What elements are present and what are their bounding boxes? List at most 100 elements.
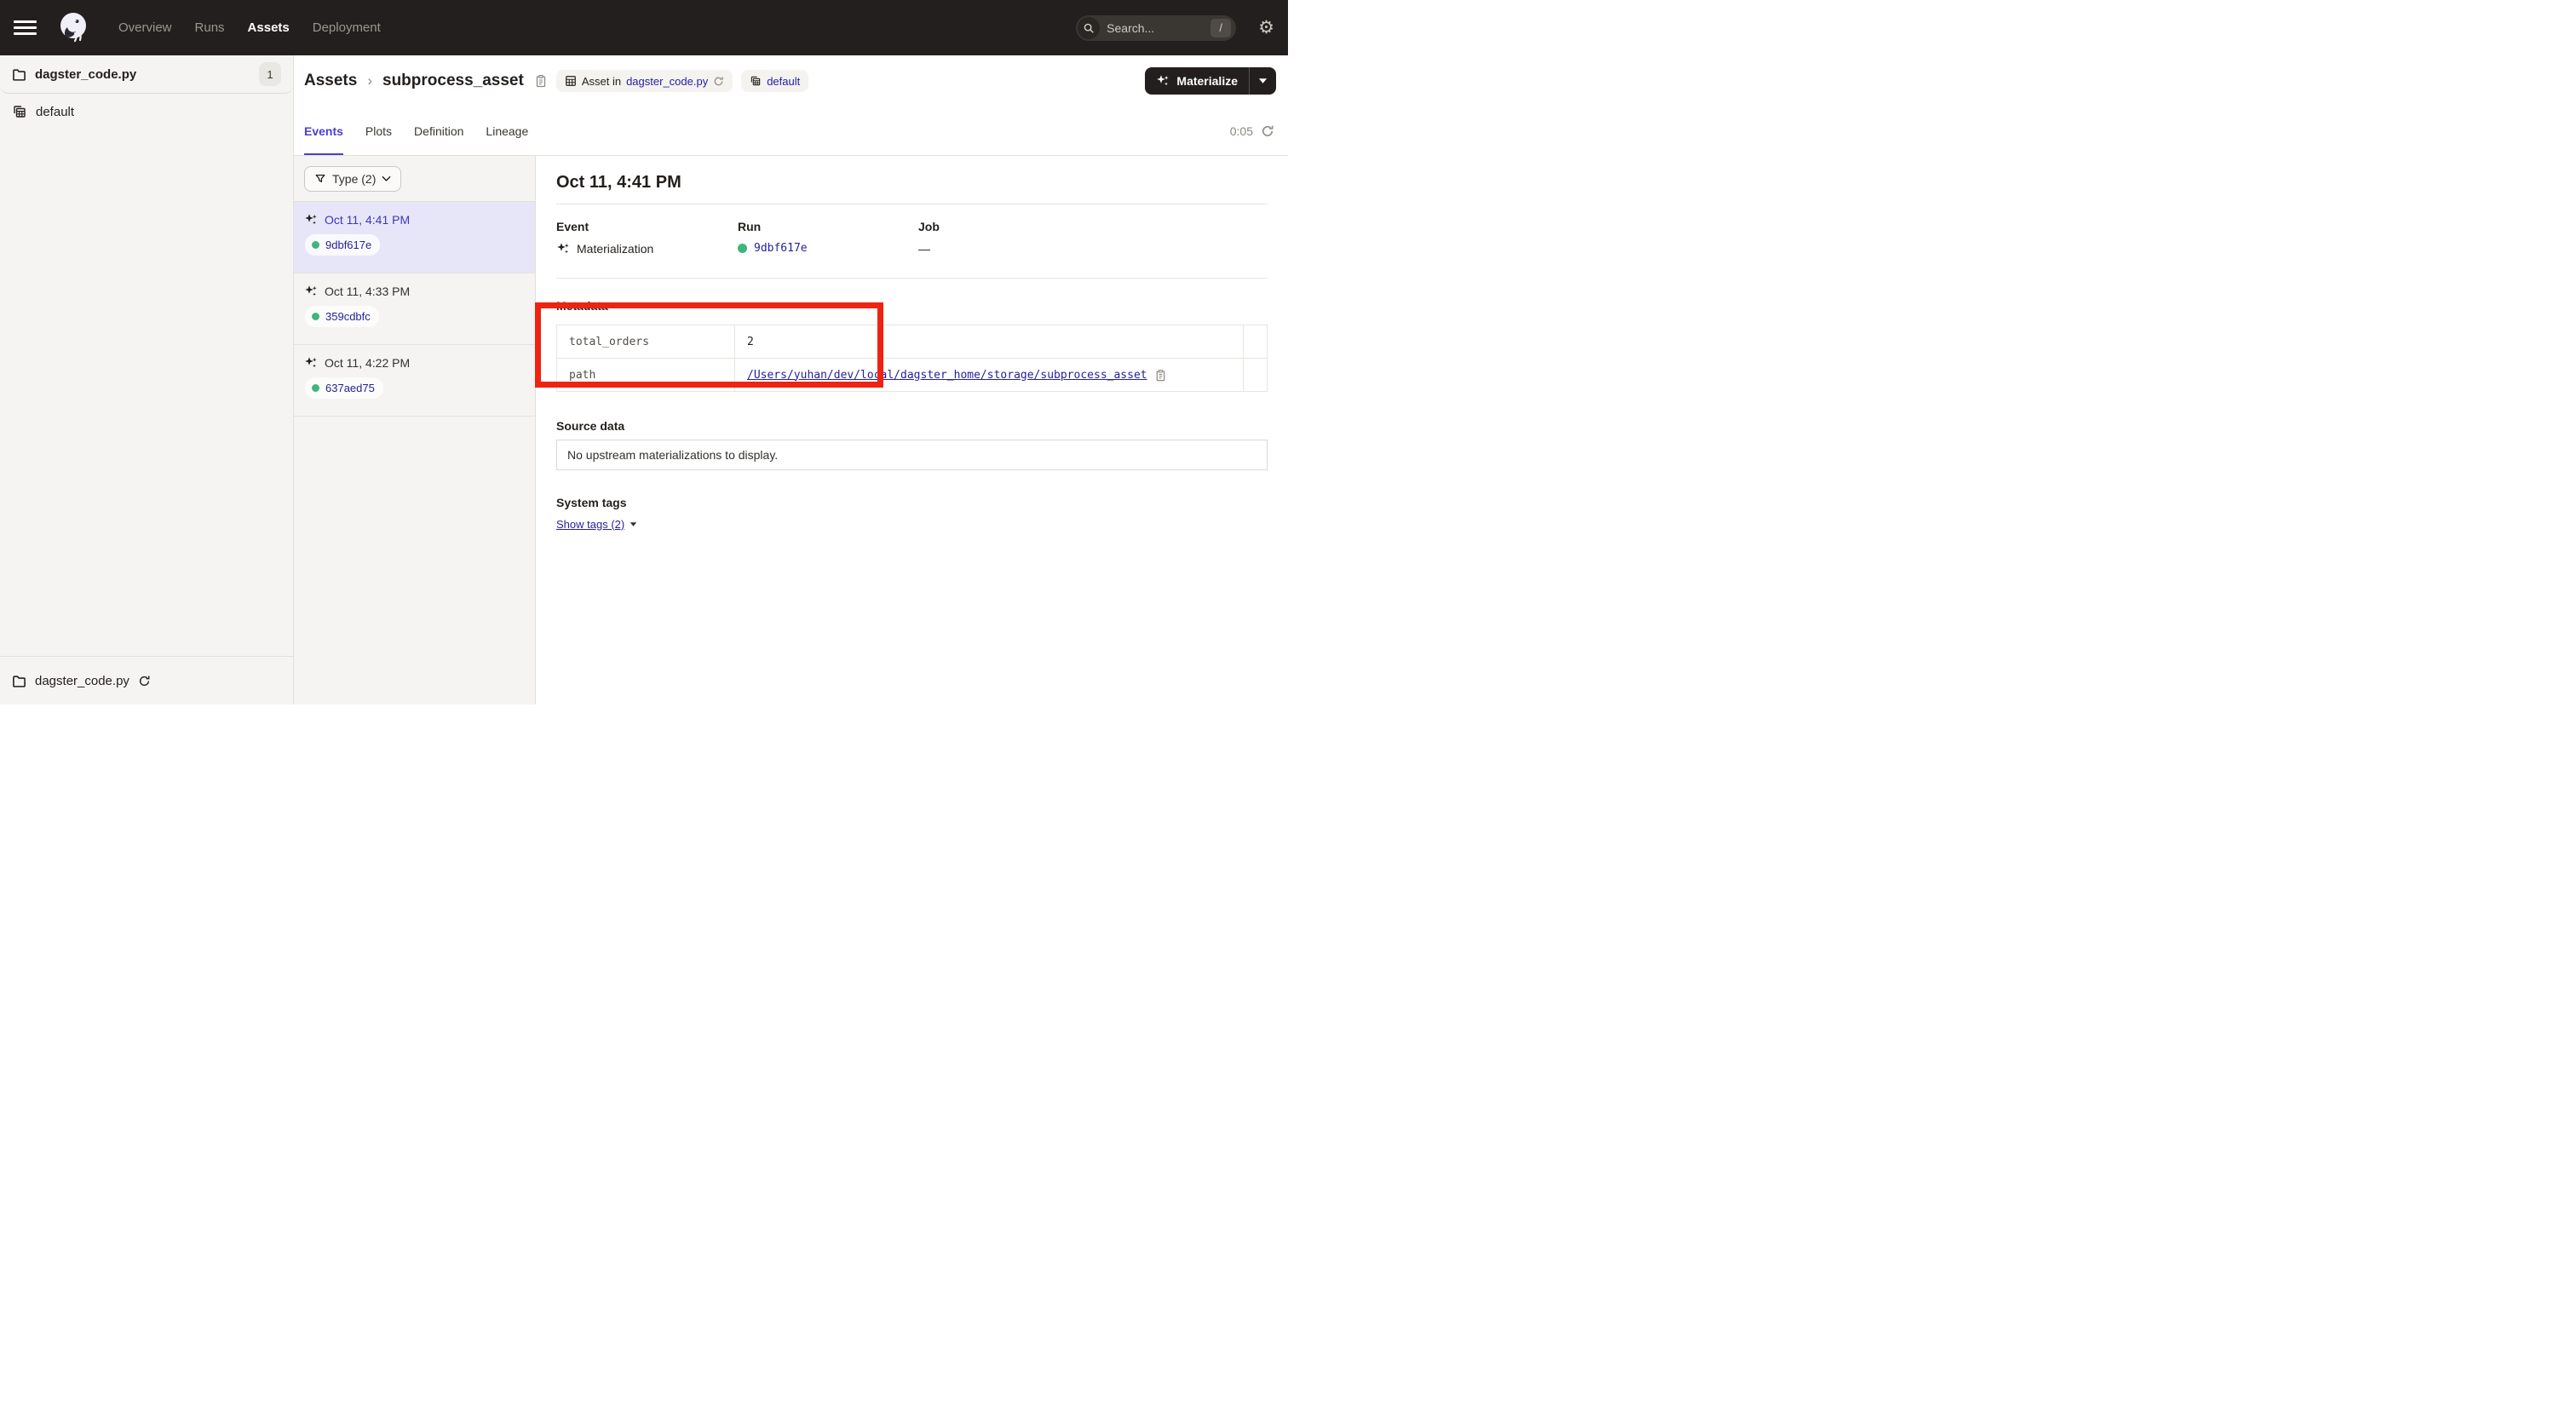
chevron-down-icon: [382, 175, 391, 182]
search-icon: [1078, 17, 1100, 39]
job-value-empty: —: [918, 242, 930, 256]
materialize-dropdown-button[interactable]: [1250, 67, 1276, 95]
asset-group-icon: [750, 75, 762, 87]
event-detail-title: Oct 11, 4:41 PM: [556, 171, 1268, 193]
run-status-dot: [738, 244, 747, 253]
sidebar-item-group-default[interactable]: default: [0, 94, 293, 129]
search-shortcut-key: /: [1210, 19, 1231, 37]
filter-row: Type (2): [294, 156, 535, 202]
metadata-row-action: [1244, 325, 1268, 359]
filter-funnel-icon: [314, 173, 326, 185]
menu-icon[interactable]: [14, 20, 37, 35]
nav-item-deployment[interactable]: Deployment: [313, 20, 381, 35]
page-header: Assets › subprocess_asset Asset in dagst…: [294, 55, 1288, 106]
asset-table-icon: [565, 75, 577, 87]
run-status-dot: [312, 384, 319, 392]
event-column-label: Event: [556, 220, 738, 233]
source-data-heading: Source data: [556, 419, 1268, 433]
refresh-icon[interactable]: [1261, 124, 1274, 138]
asset-count-badge: 1: [259, 62, 281, 86]
event-timestamp[interactable]: Oct 11, 4:33 PM: [325, 285, 410, 298]
breadcrumb-separator: ›: [367, 72, 372, 89]
refresh-timer: 0:05: [1230, 106, 1274, 155]
folder-icon: [12, 674, 26, 688]
asset-tabs: Events Plots Definition Lineage 0:05: [294, 106, 1288, 156]
materialization-sparkle-icon: [304, 213, 318, 227]
sidebar-item-code-location[interactable]: dagster_code.py 1: [0, 55, 293, 94]
folder-icon: [12, 67, 26, 82]
metadata-row: path /Users/yuhan/dev/local/dagster_home…: [557, 359, 1268, 392]
tab-events[interactable]: Events: [304, 106, 343, 155]
divider: [556, 278, 1268, 279]
metadata-path-link[interactable]: /Users/yuhan/dev/local/dagster_home/stor…: [747, 369, 1147, 382]
run-id-link[interactable]: 9dbf617e: [325, 239, 371, 251]
asset-in-prefix: Asset in: [582, 75, 621, 88]
run-id-link[interactable]: 637aed75: [325, 382, 375, 394]
run-id-link[interactable]: 9dbf617e: [754, 242, 808, 255]
nav-links: Overview Runs Assets Deployment: [118, 20, 381, 35]
metadata-key: path: [557, 359, 735, 392]
type-filter-button[interactable]: Type (2): [304, 166, 401, 192]
dagster-logo-icon[interactable]: [55, 10, 91, 46]
breadcrumb-assets[interactable]: Assets: [304, 72, 357, 90]
copy-path-icon[interactable]: [1154, 369, 1167, 382]
events-list-panel: Type (2) Oct 11, 4:41 PM 9dbf617e: [294, 156, 536, 704]
caret-down-icon: [1258, 78, 1268, 84]
run-id-pill[interactable]: 637aed75: [305, 377, 383, 399]
metadata-heading: Metadata: [556, 299, 1268, 313]
code-location-link[interactable]: dagster_code.py: [626, 75, 708, 88]
event-list-item[interactable]: Oct 11, 4:41 PM 9dbf617e: [294, 202, 535, 273]
asset-in-code-location-tag[interactable]: Asset in dagster_code.py: [556, 70, 733, 92]
event-detail-panel: Oct 11, 4:41 PM Event Materialization Ru…: [536, 156, 1288, 704]
settings-gear-icon[interactable]: ⚙: [1258, 19, 1274, 37]
group-tag-default[interactable]: default: [741, 70, 808, 92]
tab-plots[interactable]: Plots: [365, 106, 392, 155]
materialize-split-button: Materialize: [1145, 67, 1276, 95]
run-id-pill[interactable]: 9dbf617e: [305, 234, 380, 256]
show-tags-label: Show tags (2): [556, 518, 624, 531]
tab-definition[interactable]: Definition: [414, 106, 463, 155]
nav-item-runs[interactable]: Runs: [195, 20, 225, 35]
caret-down-icon: [630, 521, 637, 527]
group-label: default: [36, 105, 74, 119]
source-data-empty-text: No upstream materializations to display.: [567, 448, 778, 462]
sparkle-icon: [1156, 74, 1170, 88]
run-id-pill[interactable]: 359cdbfc: [305, 306, 379, 327]
main-content: Assets › subprocess_asset Asset in dagst…: [294, 55, 1288, 704]
tab-lineage[interactable]: Lineage: [486, 106, 528, 155]
show-tags-toggle[interactable]: Show tags (2): [556, 518, 637, 531]
event-list-item[interactable]: Oct 11, 4:33 PM 359cdbfc: [294, 273, 535, 345]
event-timestamp[interactable]: Oct 11, 4:41 PM: [325, 213, 410, 227]
asset-sidebar: dagster_code.py 1 default dagster_code.p…: [0, 55, 294, 704]
bottom-code-location-label: dagster_code.py: [35, 674, 129, 688]
materialize-label: Materialize: [1176, 74, 1238, 88]
search-input[interactable]: Search... /: [1076, 15, 1236, 41]
materialization-sparkle-icon: [304, 356, 318, 370]
nav-item-overview[interactable]: Overview: [118, 20, 172, 35]
nav-item-assets[interactable]: Assets: [248, 20, 290, 35]
events-content: Type (2) Oct 11, 4:41 PM 9dbf617e: [294, 156, 1288, 704]
materialize-button[interactable]: Materialize: [1145, 67, 1250, 95]
run-status-dot: [312, 313, 319, 320]
event-summary-columns: Event Materialization Run 9dbf617e: [556, 220, 1268, 256]
top-nav: Overview Runs Assets Deployment Search..…: [0, 0, 1288, 55]
run-id-link[interactable]: 359cdbfc: [325, 310, 371, 323]
metadata-row-action: [1244, 359, 1268, 392]
source-data-empty-box: No upstream materializations to display.: [556, 440, 1268, 470]
job-column-label: Job: [918, 220, 940, 233]
run-status-dot: [312, 241, 319, 249]
metadata-table: total_orders 2 path /Users/yuhan/dev/loc…: [556, 325, 1268, 392]
metadata-key: total_orders: [557, 325, 735, 359]
sidebar-bottom-code-location[interactable]: dagster_code.py: [0, 656, 293, 704]
system-tags-heading: System tags: [556, 496, 1268, 509]
page-title-asset-name: subprocess_asset: [382, 72, 524, 90]
copy-asset-name-icon[interactable]: [534, 74, 548, 88]
reload-icon[interactable]: [138, 675, 151, 687]
code-location-label: dagster_code.py: [35, 67, 136, 82]
event-timestamp[interactable]: Oct 11, 4:22 PM: [325, 356, 410, 370]
materialization-sparkle-icon: [556, 242, 570, 256]
reload-icon[interactable]: [713, 76, 724, 87]
run-column-label: Run: [738, 220, 918, 233]
event-list-item[interactable]: Oct 11, 4:22 PM 637aed75: [294, 345, 535, 417]
metadata-row: total_orders 2: [557, 325, 1268, 359]
